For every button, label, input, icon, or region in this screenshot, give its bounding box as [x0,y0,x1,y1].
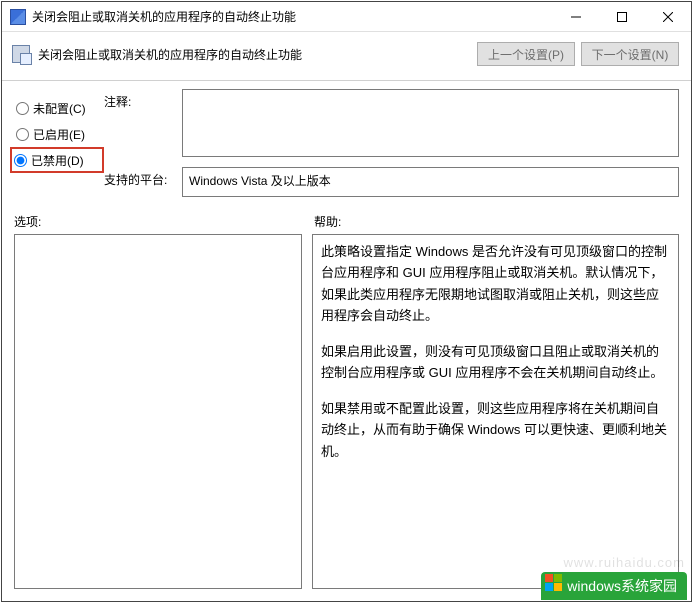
next-setting-button[interactable]: 下一个设置(N) [581,42,679,66]
comment-textarea[interactable] [182,89,679,157]
help-paragraph: 如果禁用或不配置此设置，则这些应用程序将在关机期间自动终止，从而有助于确保 Wi… [321,398,670,462]
policy-editor-window: 关闭会阻止或取消关机的应用程序的自动终止功能 关闭会阻止或取消关机的应用程序的自… [1,1,692,602]
divider [2,80,691,81]
radio-enabled-row: 已启用(E) [14,121,104,147]
radio-disabled[interactable] [14,154,27,167]
radio-not-configured[interactable] [16,102,29,115]
options-label: 选项: [14,213,314,230]
supported-platform-box: Windows Vista 及以上版本 [182,167,679,197]
window-controls [553,2,691,31]
help-paragraph: 此策略设置指定 Windows 是否允许没有可见顶级窗口的控制台应用程序和 GU… [321,241,670,327]
titlebar: 关闭会阻止或取消关机的应用程序的自动终止功能 [2,2,691,32]
upper-section: 未配置(C) 已启用(E) 已禁用(D) 注释: 支持的平台: Window [2,89,691,197]
radio-enabled[interactable] [16,128,29,141]
radio-disabled-row: 已禁用(D) [10,147,104,173]
radio-disabled-label[interactable]: 已禁用(D) [31,152,84,169]
help-label: 帮助: [314,213,341,230]
help-paragraph: 如果启用此设置，则没有可见顶级窗口且阻止或取消关机的控制台应用程序或 GUI 应… [321,341,670,384]
header-strip: 关闭会阻止或取消关机的应用程序的自动终止功能 上一个设置(P) 下一个设置(N) [2,32,691,80]
watermark-badge: windows系统家园 [541,572,687,600]
state-radio-group: 未配置(C) 已启用(E) 已禁用(D) [14,89,104,197]
app-icon [10,9,26,25]
panels: 此策略设置指定 Windows 是否允许没有可见顶级窗口的控制台应用程序和 GU… [2,234,691,601]
minimize-button[interactable] [553,2,599,32]
platform-label: 支持的平台: [104,167,182,197]
previous-setting-button[interactable]: 上一个设置(P) [477,42,575,66]
policy-icon [12,45,30,63]
radio-enabled-label[interactable]: 已启用(E) [33,126,85,143]
supported-platform-text: Windows Vista 及以上版本 [189,172,331,189]
radio-not-configured-row: 未配置(C) [14,95,104,121]
window-title: 关闭会阻止或取消关机的应用程序的自动终止功能 [32,8,553,25]
meta-grid: 注释: 支持的平台: Windows Vista 及以上版本 [104,89,679,197]
help-panel[interactable]: 此策略设置指定 Windows 是否允许没有可见顶级窗口的控制台应用程序和 GU… [312,234,679,589]
maximize-button[interactable] [599,2,645,32]
options-panel[interactable] [14,234,302,589]
section-labels: 选项: 帮助: [2,197,691,234]
policy-title: 关闭会阻止或取消关机的应用程序的自动终止功能 [38,46,471,63]
watermark-url: www.ruihaidu.com [564,555,686,570]
watermark-text: windows系统家园 [567,576,677,596]
windows-logo-icon [545,574,563,592]
radio-not-configured-label[interactable]: 未配置(C) [33,100,86,117]
close-button[interactable] [645,2,691,32]
comment-label: 注释: [104,89,182,157]
